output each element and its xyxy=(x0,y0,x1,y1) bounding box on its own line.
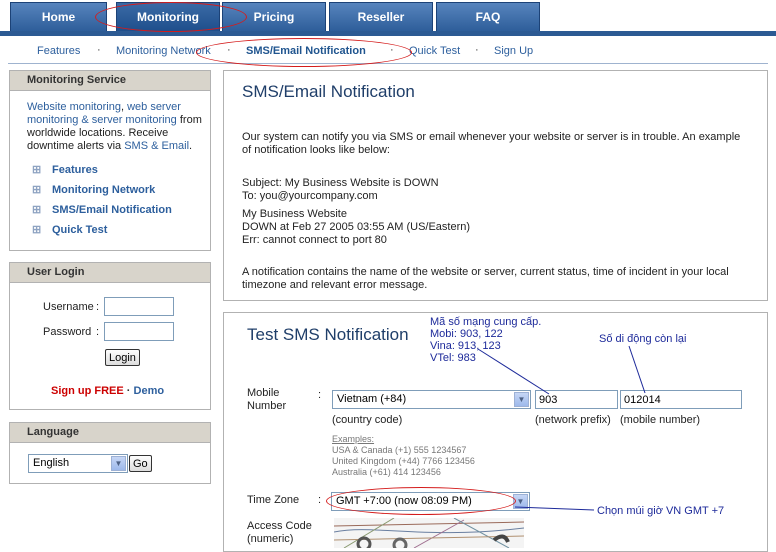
examples-title: Examples: xyxy=(332,434,375,444)
timezone-select[interactable]: GMT +7:00 (now 08:09 PM) ▼ xyxy=(331,492,530,511)
user-login-title: User Login xyxy=(10,263,210,283)
monitoring-service-title: Monitoring Service xyxy=(10,71,210,91)
username-label: Username xyxy=(43,301,94,313)
timezone-colon: : xyxy=(318,494,322,506)
subnav-quick-test[interactable]: Quick Test xyxy=(409,45,460,57)
example-to: To: you@yourcompany.com xyxy=(242,190,378,202)
desc-end: . xyxy=(189,140,193,152)
example-body-2: DOWN at Feb 27 2005 03:55 AM (US/Eastern… xyxy=(242,221,471,233)
language-selected: English xyxy=(33,457,70,469)
notification-panel: SMS/Email Notification Our system can no… xyxy=(223,70,768,301)
language-select[interactable]: English ▼ xyxy=(28,454,128,473)
country-code-caption: (country code) xyxy=(332,414,403,426)
mobile-number-caption: (mobile number) xyxy=(620,414,701,426)
mobile-note: Số di động còn lại xyxy=(599,333,687,345)
captcha-image xyxy=(334,518,524,548)
notification-title: SMS/Email Notification xyxy=(242,82,415,101)
website-monitoring-link[interactable]: Website monitoring xyxy=(27,101,121,113)
plus-grid-icon: ⊞ xyxy=(32,204,42,216)
mobile-label-line2: Number xyxy=(247,400,287,412)
mobile-colon: : xyxy=(318,389,322,401)
language-title: Language xyxy=(10,423,210,443)
subnav-separator: · xyxy=(390,44,394,56)
desc-separator: , xyxy=(120,101,125,113)
tab-faq[interactable]: FAQ xyxy=(436,2,540,31)
subnav-sms-email-notification[interactable]: SMS/Email Notification xyxy=(246,45,366,57)
top-navigation-bar-line xyxy=(0,31,776,36)
subnav-monitoring-network[interactable]: Monitoring Network xyxy=(116,45,211,57)
network-note-line1: Mã số mạng cung cấp. xyxy=(430,316,542,328)
timezone-selected: GMT +7:00 (now 08:09 PM) xyxy=(336,495,472,507)
example-subject: Subject: My Business Website is DOWN xyxy=(242,177,439,189)
network-prefix-caption: (network prefix) xyxy=(535,414,611,426)
example-australia: Australia (+61) 414 123456 xyxy=(332,467,441,477)
network-note-line3: Vina: 913, 123 xyxy=(430,340,501,352)
chevron-down-icon[interactable]: ▼ xyxy=(111,456,126,471)
subnav-separator: · xyxy=(97,44,101,56)
signup-demo-row: Sign up FREE · Demo xyxy=(51,385,164,397)
language-box: Language English ▼ Go xyxy=(9,422,211,484)
sidebar-item-features[interactable]: ⊞ Features xyxy=(32,163,98,176)
country-code-selected: Vietnam (+84) xyxy=(337,393,407,405)
access-code-label-line2: (numeric) xyxy=(247,533,294,545)
sidebar-item-label: SMS/Email Notification xyxy=(52,204,172,216)
timezone-label: Time Zone xyxy=(247,494,300,506)
test-sms-title: Test SMS Notification xyxy=(247,325,409,344)
example-usa: USA & Canada (+1) 555 1234567 xyxy=(332,445,467,455)
example-uk: United Kingdom (+44) 7766 123456 xyxy=(332,456,475,466)
subnav-separator: · xyxy=(475,44,479,56)
sidebar-item-monitoring-network[interactable]: ⊞ Monitoring Network xyxy=(32,183,155,196)
password-colon: : xyxy=(96,326,100,338)
mobile-number-input[interactable] xyxy=(620,390,742,409)
chevron-down-icon[interactable]: ▼ xyxy=(514,392,529,407)
username-colon: : xyxy=(96,301,100,313)
sidebar-item-label: Features xyxy=(52,164,98,176)
country-code-select[interactable]: Vietnam (+84) ▼ xyxy=(332,390,531,409)
login-button[interactable]: Login xyxy=(105,349,140,366)
tab-reseller[interactable]: Reseller xyxy=(329,2,433,31)
signup-demo-separator: · xyxy=(126,385,131,397)
password-label: Password xyxy=(43,326,92,338)
network-note-line4: VTel: 983 xyxy=(430,352,476,364)
user-login-box: User Login Username : Password : Login S… xyxy=(9,262,211,410)
plus-grid-icon: ⊞ xyxy=(32,224,42,236)
subnav-sign-up[interactable]: Sign Up xyxy=(494,45,533,57)
demo-link[interactable]: Demo xyxy=(134,385,165,397)
access-code-label-line1: Access Code xyxy=(247,520,312,532)
example-body-3: Err: cannot connect to port 80 xyxy=(242,234,387,246)
password-input[interactable] xyxy=(104,322,174,341)
subnav-separator: · xyxy=(227,44,231,56)
plus-grid-icon: ⊞ xyxy=(32,164,42,176)
tab-monitoring[interactable]: Monitoring xyxy=(116,2,220,31)
notification-footer: A notification contains the name of the … xyxy=(242,266,729,291)
sub-navigation: Features · Monitoring Network · SMS/Emai… xyxy=(0,40,776,62)
tab-home[interactable]: Home xyxy=(10,2,107,31)
tab-pricing[interactable]: Pricing xyxy=(222,2,326,31)
subnav-features[interactable]: Features xyxy=(37,45,80,57)
sidebar-item-label: Quick Test xyxy=(52,224,108,236)
mobile-label-line1: Mobile xyxy=(247,387,280,399)
sidebar-item-quick-test[interactable]: ⊞ Quick Test xyxy=(32,223,107,236)
monitoring-service-description: Website monitoring, web server monitorin… xyxy=(27,101,205,153)
sidebar-item-label: Monitoring Network xyxy=(52,184,156,196)
subnav-divider xyxy=(8,63,768,64)
example-body-1: My Business Website xyxy=(242,208,347,220)
network-prefix-input[interactable] xyxy=(535,390,618,409)
timezone-note: Chọn múi giờ VN GMT +7 xyxy=(597,505,725,517)
username-input[interactable] xyxy=(104,297,174,316)
sidebar-item-sms-email-notification[interactable]: ⊞ SMS/Email Notification xyxy=(32,203,172,216)
top-navigation: Home Monitoring Pricing Reseller FAQ xyxy=(0,0,776,33)
sms-email-link[interactable]: SMS & Email xyxy=(124,140,189,152)
signup-free-link[interactable]: Sign up FREE xyxy=(51,385,124,397)
network-note-line2: Mobi: 903, 122 xyxy=(430,328,503,340)
chevron-down-icon[interactable]: ▼ xyxy=(513,494,528,509)
monitoring-service-box: Monitoring Service Website monitoring, w… xyxy=(9,70,211,251)
language-go-button[interactable]: Go xyxy=(129,455,152,472)
plus-grid-icon: ⊞ xyxy=(32,184,42,196)
notification-intro: Our system can notify you via SMS or ema… xyxy=(242,131,741,156)
